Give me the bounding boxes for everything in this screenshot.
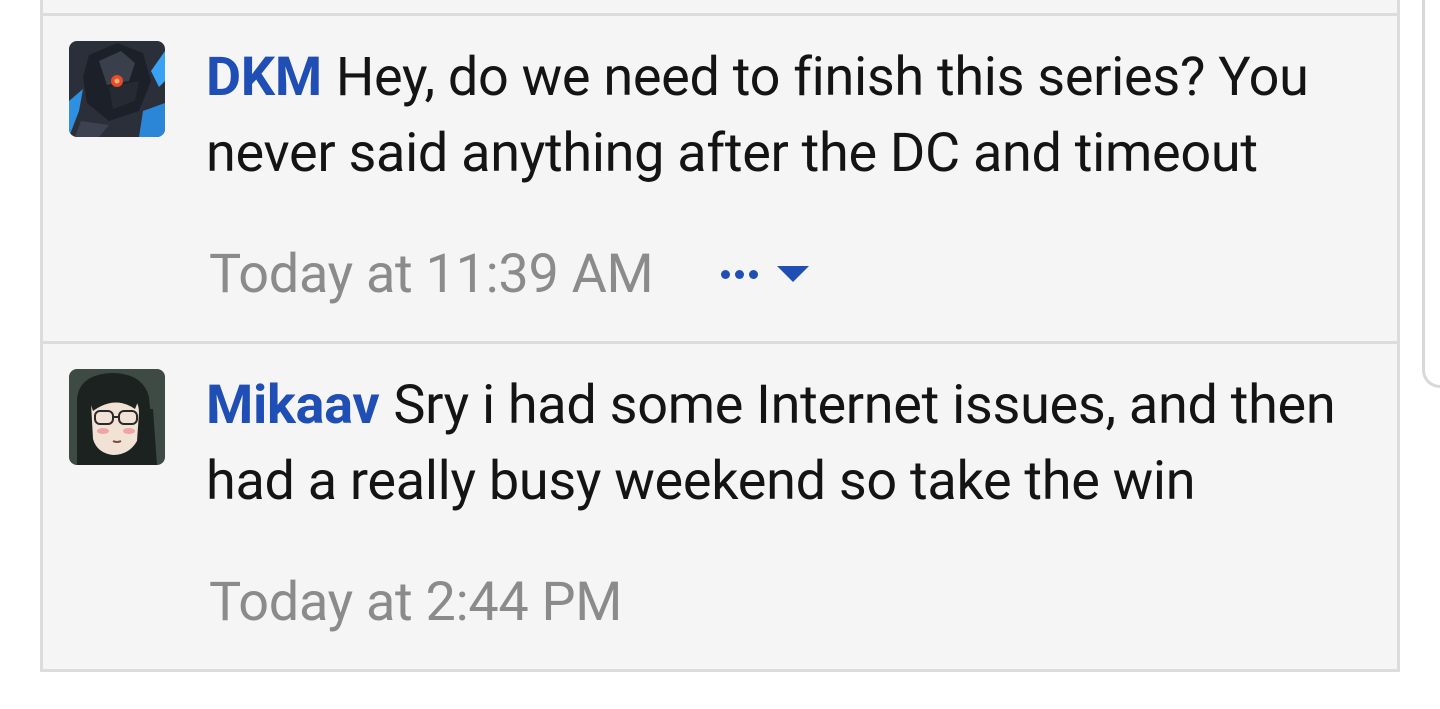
timestamp: Today at 11:39 AM: [209, 242, 654, 306]
message-text-block: Mikaav Sry i had some Internet issues, an…: [206, 368, 1376, 520]
scrollbar[interactable]: [1422, 0, 1440, 388]
more-options-button[interactable]: [721, 249, 810, 299]
message-text: Hey, do we need to finish this series? Y…: [206, 46, 1309, 185]
username-link[interactable]: DKM: [206, 46, 322, 109]
username-link[interactable]: Mikaav: [206, 374, 380, 437]
message-meta: Today at 2:44 PM: [209, 570, 623, 634]
ellipsis-icon: [749, 269, 759, 279]
timestamp: Today at 2:44 PM: [209, 570, 623, 634]
anime-girl-glasses-avatar-icon: [69, 369, 165, 465]
page: DKM Hey, do we need to finish this series…: [0, 0, 1440, 709]
ellipsis-icon: [721, 269, 731, 279]
message-meta: Today at 11:39 AM: [209, 242, 810, 306]
message-item: Mikaav Sry i had some Internet issues, an…: [43, 344, 1397, 669]
avatar[interactable]: [69, 369, 165, 465]
avatar[interactable]: [69, 41, 165, 137]
chevron-down-icon: [777, 266, 810, 282]
dark-anime-character-avatar-icon: [69, 41, 165, 137]
message-thread: DKM Hey, do we need to finish this series…: [40, 0, 1400, 672]
ellipsis-icon: [735, 269, 745, 279]
message-item: DKM Hey, do we need to finish this series…: [43, 16, 1397, 341]
message-text-block: DKM Hey, do we need to finish this series…: [206, 40, 1376, 192]
